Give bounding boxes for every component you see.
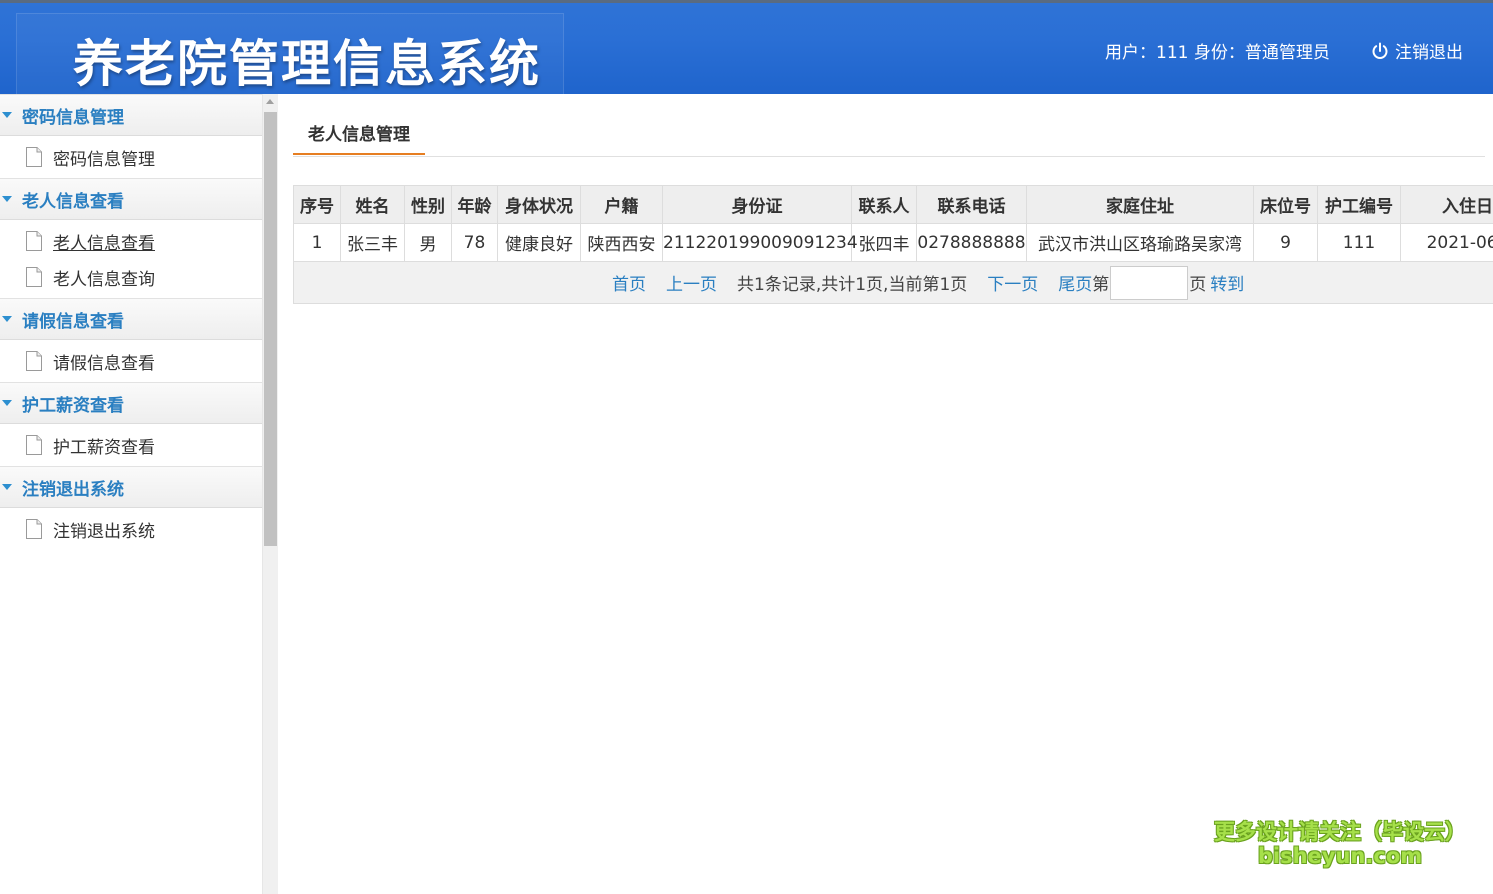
pager-row: 首页 上一页 共1条记录,共计1页,当前第1页 下一页 尾页 第 页 转到 <box>293 261 1493 304</box>
main-content: 老人信息管理 序号 姓名 性别 年龄 身体状况 户籍 身份证 联系人 联系电话 … <box>278 94 1493 894</box>
table-cell: 1 <box>293 223 341 262</box>
tab-elder-info-manage[interactable]: 老人信息管理 <box>293 112 425 155</box>
sidebar-group-header-salary[interactable]: 护工薪资查看 <box>0 382 262 424</box>
sidebar-group-salary: 护工薪资查看 护工薪资查看 <box>0 382 262 466</box>
logout-link[interactable]: 注销退出 <box>1370 38 1463 63</box>
app-title: 养老院管理信息系统 <box>73 35 541 93</box>
sidebar-group-header-elder[interactable]: 老人信息查看 <box>0 178 262 220</box>
table-cell: 张三丰 <box>340 223 405 262</box>
sidebar-item-logout-system[interactable]: 注销退出系统 <box>0 511 262 547</box>
col-header-checkin-date: 入住日期 <box>1400 185 1493 224</box>
col-header-caregiver-id: 护工编号 <box>1317 185 1401 224</box>
sidebar: 密码信息管理 密码信息管理 老人信息查看 老人信息查看 老人信息查询 请假信息查… <box>0 94 262 894</box>
page-prefix-label: 第 <box>1092 275 1110 295</box>
pager-cell: 首页 上一页 共1条记录,共计1页,当前第1页 下一页 尾页 第 页 转到 <box>293 261 1493 304</box>
sidebar-group-title: 老人信息查看 <box>22 191 124 212</box>
col-header-address: 家庭住址 <box>1026 185 1254 224</box>
logo-box: 养老院管理信息系统 <box>16 13 564 97</box>
table-cell: 9 <box>1253 223 1318 262</box>
col-header-phone: 联系电话 <box>916 185 1027 224</box>
sidebar-group-logout: 注销退出系统 注销退出系统 <box>0 466 262 550</box>
table-cell: 111 <box>1317 223 1401 262</box>
col-header-hometown: 户籍 <box>580 185 663 224</box>
table-cell: 陕西西安 <box>580 223 663 262</box>
document-icon <box>26 351 42 371</box>
sidebar-group-title: 护工薪资查看 <box>22 395 124 416</box>
page-suffix-label: 页 <box>1189 275 1207 295</box>
sidebar-item-elder-query[interactable]: 老人信息查询 <box>0 259 262 295</box>
sidebar-group-header-logout[interactable]: 注销退出系统 <box>0 466 262 508</box>
prev-page-link[interactable]: 上一页 <box>666 270 717 295</box>
table-cell: 78 <box>451 223 498 262</box>
scrollbar-thumb[interactable] <box>264 112 277 546</box>
sidebar-group-title: 请假信息查看 <box>22 311 124 332</box>
sidebar-item-label: 请假信息查看 <box>53 353 155 374</box>
sidebar-item-label: 密码信息管理 <box>53 149 155 170</box>
table-row: 1 张三丰 男 78 健康良好 陕西西安 211220199009091234 … <box>293 223 1493 262</box>
scroll-up-arrow-icon[interactable] <box>266 99 274 104</box>
document-icon <box>26 519 42 539</box>
table-header-row: 序号 姓名 性别 年龄 身体状况 户籍 身份证 联系人 联系电话 家庭住址 床位… <box>293 185 1493 224</box>
top-header: 养老院管理信息系统 用户：111 身份：普通管理员 注销退出 <box>0 0 1493 97</box>
sidebar-group-header-password[interactable]: 密码信息管理 <box>0 94 262 136</box>
table-cell: 武汉市洪山区珞瑜路吴家湾 <box>1026 223 1254 262</box>
col-header-bed: 床位号 <box>1253 185 1318 224</box>
table-cell: 211220199009091234 <box>662 223 858 262</box>
power-icon <box>1372 42 1388 59</box>
triangle-down-icon <box>2 196 12 202</box>
tab-bar: 老人信息管理 <box>293 112 1485 157</box>
sidebar-group-title: 密码信息管理 <box>22 107 124 128</box>
elder-info-table: 序号 姓名 性别 年龄 身体状况 户籍 身份证 联系人 联系电话 家庭住址 床位… <box>293 185 1493 304</box>
col-header-health: 身体状况 <box>497 185 581 224</box>
sidebar-item-label: 老人信息查询 <box>53 269 155 290</box>
document-icon <box>26 147 42 167</box>
triangle-down-icon <box>2 112 12 118</box>
col-header-age: 年龄 <box>451 185 498 224</box>
col-header-contact: 联系人 <box>851 185 917 224</box>
pager-summary: 共1条记录,共计1页,当前第1页 <box>737 275 968 295</box>
sidebar-item-leave-view[interactable]: 请假信息查看 <box>0 343 262 379</box>
document-icon <box>26 435 42 455</box>
page-number-input[interactable] <box>1110 265 1189 300</box>
first-page-link[interactable]: 首页 <box>612 270 646 295</box>
watermark-line1: 更多设计请关注（毕设云） <box>1214 820 1466 844</box>
sidebar-item-salary-view[interactable]: 护工薪资查看 <box>0 427 262 463</box>
elder-table-container: 序号 姓名 性别 年龄 身体状况 户籍 身份证 联系人 联系电话 家庭住址 床位… <box>293 185 1493 304</box>
pagination: 首页 上一页 共1条记录,共计1页,当前第1页 下一页 尾页 第 页 转到 <box>612 265 1493 300</box>
table-cell: 2021-06-02 <box>1400 223 1493 262</box>
watermark-line2: bisheyun.com <box>1257 844 1423 868</box>
triangle-down-icon <box>2 316 12 322</box>
sidebar-scrollbar[interactable] <box>262 94 278 894</box>
sidebar-group-elder: 老人信息查看 老人信息查看 老人信息查询 <box>0 178 262 298</box>
sidebar-item-password-manage[interactable]: 密码信息管理 <box>0 139 262 175</box>
col-header-id-card: 身份证 <box>662 185 852 224</box>
sidebar-item-label: 注销退出系统 <box>53 521 155 542</box>
col-header-gender: 性别 <box>404 185 452 224</box>
next-page-link[interactable]: 下一页 <box>987 270 1038 295</box>
sidebar-group-leave: 请假信息查看 请假信息查看 <box>0 298 262 382</box>
goto-page-link[interactable]: 转到 <box>1210 270 1244 295</box>
sidebar-item-elder-view[interactable]: 老人信息查看 <box>0 223 262 259</box>
document-icon <box>26 267 42 287</box>
document-icon <box>26 231 42 251</box>
table-cell: 0278888888 <box>916 223 1027 262</box>
watermark: 更多设计请关注（毕设云） bisheyun.com <box>1210 816 1470 868</box>
sidebar-item-label: 老人信息查看 <box>53 233 155 254</box>
logout-label: 注销退出 <box>1395 43 1463 63</box>
table-cell: 男 <box>404 223 452 262</box>
triangle-down-icon <box>2 400 12 406</box>
col-header-name: 姓名 <box>340 185 405 224</box>
last-page-link[interactable]: 尾页 <box>1058 270 1092 295</box>
col-header-index: 序号 <box>293 185 341 224</box>
sidebar-group-password: 密码信息管理 密码信息管理 <box>0 94 262 178</box>
sidebar-group-header-leave[interactable]: 请假信息查看 <box>0 298 262 340</box>
user-info: 用户：111 身份：普通管理员 <box>1105 43 1330 63</box>
triangle-down-icon <box>2 484 12 490</box>
table-cell: 张四丰 <box>851 223 917 262</box>
sidebar-group-title: 注销退出系统 <box>22 479 124 500</box>
table-cell: 健康良好 <box>497 223 581 262</box>
sidebar-item-label: 护工薪资查看 <box>53 437 155 458</box>
